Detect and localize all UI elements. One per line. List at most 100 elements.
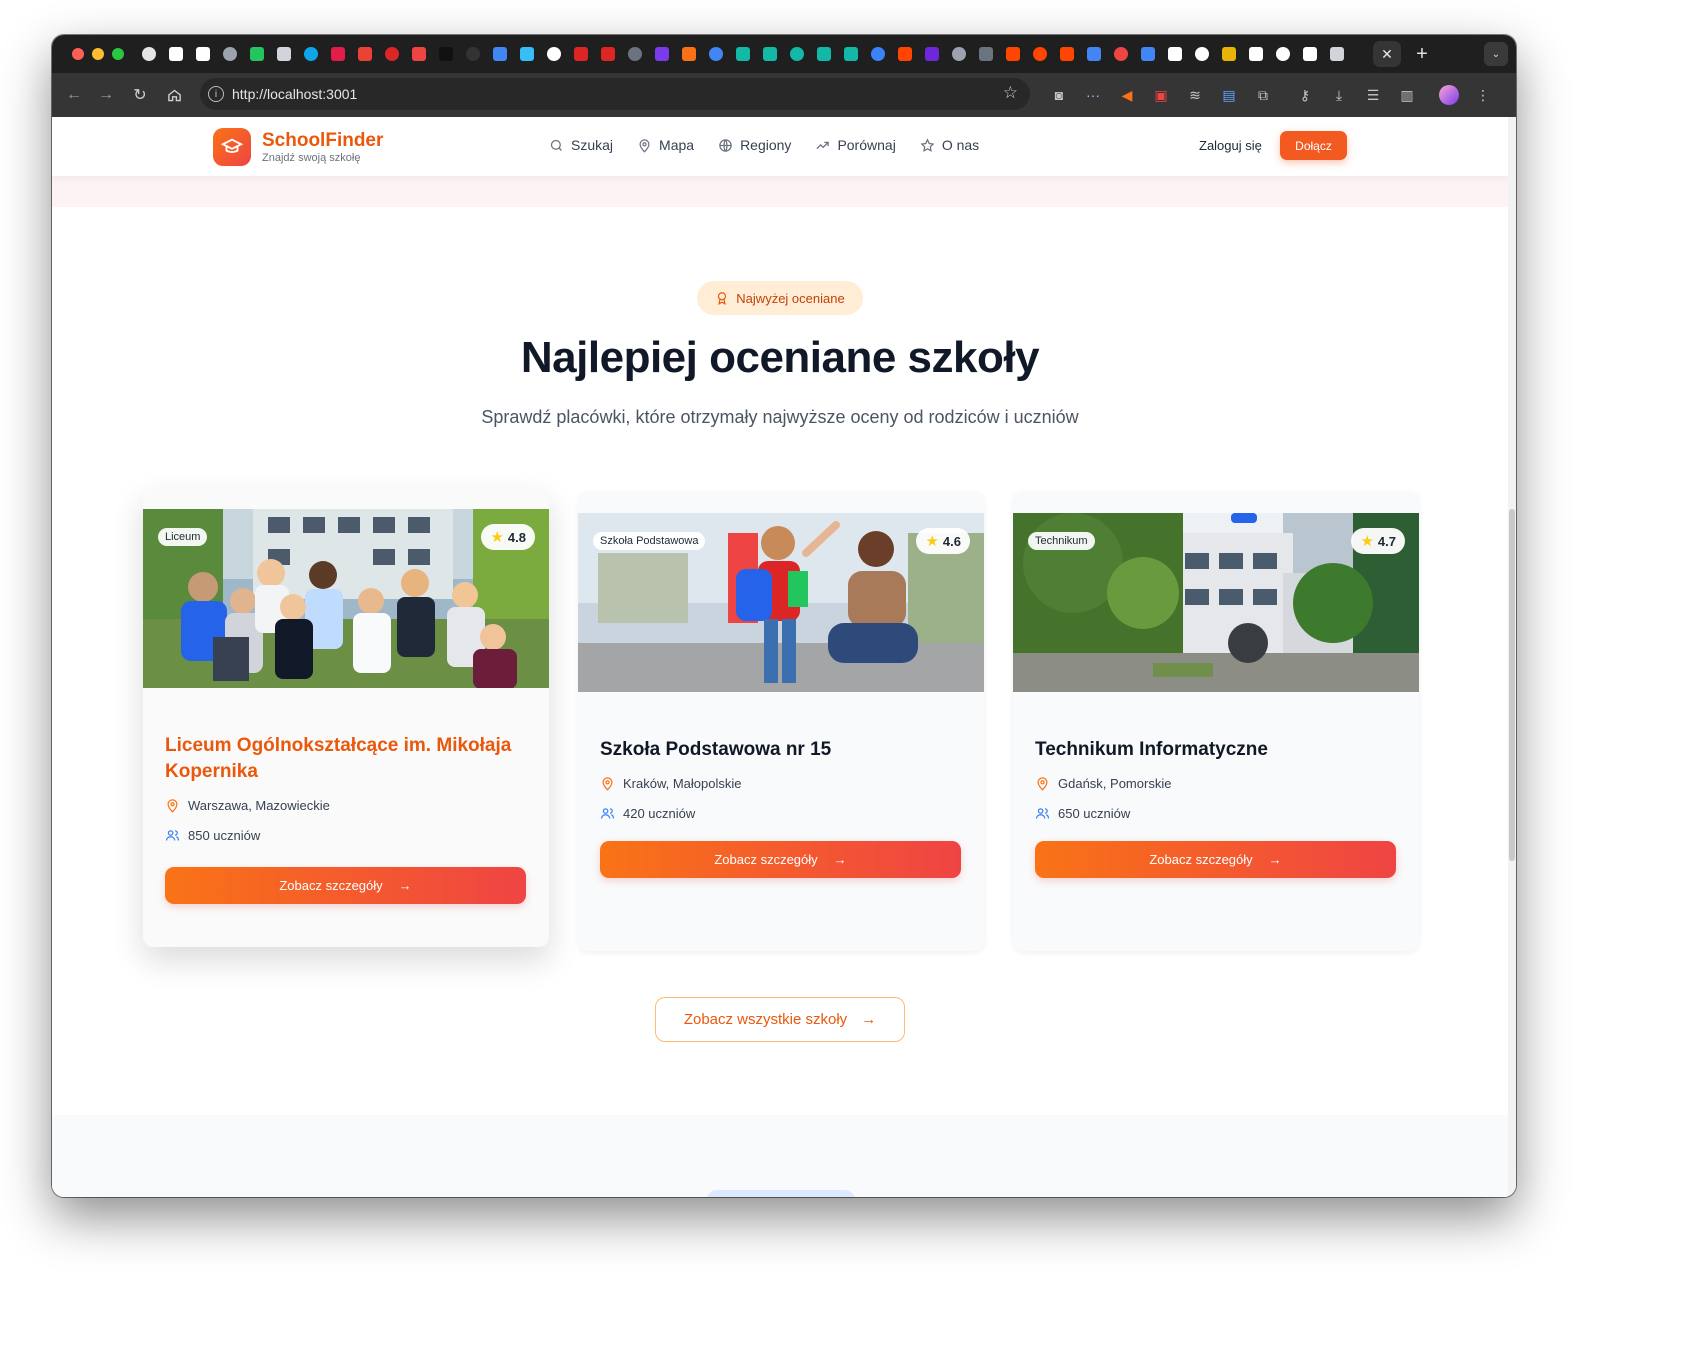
camera-icon[interactable]: ◙ <box>1048 84 1070 106</box>
pinned-tab-favicon[interactable] <box>1164 43 1186 65</box>
puzzle-icon[interactable]: ⧉ <box>1252 84 1274 106</box>
nav-map[interactable]: Mapa <box>637 137 694 153</box>
pinned-tab-favicon[interactable] <box>1326 43 1348 65</box>
kebab-menu-icon[interactable]: ⋮ <box>1472 84 1494 106</box>
pinned-tab-favicon[interactable] <box>408 43 430 65</box>
details-button[interactable]: Zobacz szczegóły → <box>1035 841 1396 878</box>
school-card[interactable]: Szkoła Podstawowa ★ 4.6 Szkoła Podstawowa… <box>578 491 984 951</box>
key-icon[interactable]: ⚷ <box>1294 84 1316 106</box>
pinned-tab-favicon[interactable] <box>786 43 808 65</box>
pinned-tab-favicon[interactable] <box>1002 43 1024 65</box>
page-scrollbar[interactable] <box>1508 117 1516 1197</box>
brand-name[interactable]: SchoolFinder <box>262 130 383 152</box>
dots-extension-icon[interactable]: ··· <box>1082 84 1104 106</box>
address-bar[interactable]: i http://localhost:3001 ☆ <box>200 78 1030 110</box>
red-extension-icon[interactable]: ▣ <box>1150 84 1172 106</box>
pinned-tab-favicon[interactable] <box>1110 43 1132 65</box>
location-text: Warszawa, Mazowieckie <box>188 798 330 813</box>
pinned-tab-favicon[interactable] <box>651 43 673 65</box>
pinned-tab-favicon[interactable] <box>597 43 619 65</box>
pinned-tab-favicon[interactable] <box>813 43 835 65</box>
reading-list-icon[interactable]: ☰ <box>1362 84 1384 106</box>
pinned-tab-favicon[interactable] <box>165 43 187 65</box>
download-icon[interactable]: ⤓ <box>1328 84 1350 106</box>
globe-icon <box>719 138 732 152</box>
nav-regions[interactable]: Regiony <box>718 137 791 153</box>
pinned-tab-favicon[interactable] <box>300 43 322 65</box>
graduation-cap-icon[interactable] <box>213 128 251 166</box>
pinned-tab-favicon[interactable] <box>462 43 484 65</box>
reload-icon[interactable]: ↻ <box>128 83 152 107</box>
details-button[interactable]: Zobacz szczegóły → <box>600 841 961 878</box>
details-button[interactable]: Zobacz szczegóły → <box>165 867 526 904</box>
pinned-tab-favicon[interactable] <box>1056 43 1078 65</box>
pinned-tab-favicon[interactable] <box>435 43 457 65</box>
shoe-icon[interactable]: ≋ <box>1184 84 1206 106</box>
pinned-tab-favicon[interactable] <box>624 43 646 65</box>
site-info-icon[interactable]: i <box>208 86 224 102</box>
pinned-tab-favicon[interactable] <box>1245 43 1267 65</box>
rating-badge: ★ 4.7 <box>1351 528 1405 554</box>
pinned-tab-favicon[interactable] <box>1218 43 1240 65</box>
pinned-tab-favicon[interactable] <box>1029 43 1051 65</box>
pinned-tab-favicon[interactable] <box>975 43 997 65</box>
home-icon[interactable] <box>162 83 186 107</box>
pinned-tab-favicon[interactable] <box>705 43 727 65</box>
pinned-tab-favicon[interactable] <box>678 43 700 65</box>
school-card[interactable]: Liceum ★ 4.8 Liceum Ogólnokształcące im. … <box>143 487 549 947</box>
pinned-tab-favicon[interactable] <box>219 43 241 65</box>
pinned-tab-favicon[interactable] <box>732 43 754 65</box>
web-page: SchoolFinder Znajdź swoją szkołę Szukaj … <box>52 117 1508 1197</box>
location-text: Kraków, Małopolskie <box>623 776 742 791</box>
join-button[interactable]: Dołącz <box>1280 131 1347 160</box>
pinned-tab-favicon[interactable] <box>273 43 295 65</box>
avatar[interactable] <box>1438 84 1460 106</box>
save-icon[interactable]: ▤ <box>1218 84 1240 106</box>
pinned-tab-favicon[interactable] <box>138 43 160 65</box>
forward-arrow-icon[interactable]: → <box>94 83 118 107</box>
school-name[interactable]: Szkoła Podstawowa nr 15 <box>600 737 966 763</box>
see-all-schools-button[interactable]: Zobacz wszystkie szkoły → <box>655 997 905 1042</box>
pinned-tab-favicon[interactable] <box>1272 43 1294 65</box>
active-tab-close-icon[interactable]: ✕ <box>1373 41 1401 67</box>
pinned-tab-favicon[interactable] <box>327 43 349 65</box>
pinned-tab-favicon[interactable] <box>1191 43 1213 65</box>
close-window-button[interactable] <box>72 48 84 60</box>
nav-compare[interactable]: Porównaj <box>815 137 896 153</box>
pinned-tab-favicon[interactable] <box>921 43 943 65</box>
pinned-tab-favicon[interactable] <box>840 43 862 65</box>
pinned-tab-favicon[interactable] <box>543 43 565 65</box>
zoom-window-button[interactable] <box>112 48 124 60</box>
school-name[interactable]: Liceum Ogólnokształcące im. Mikołaja Kop… <box>165 733 531 785</box>
pinned-tab-favicon[interactable] <box>894 43 916 65</box>
tab-search-chevron-icon[interactable]: ⌄ <box>1484 42 1508 66</box>
login-link[interactable]: Zaloguj się <box>1199 138 1262 153</box>
side-panel-icon[interactable]: ▥ <box>1396 84 1418 106</box>
nav-about[interactable]: O nas <box>920 137 979 153</box>
pinned-tab-favicon[interactable] <box>1299 43 1321 65</box>
pinned-tab-favicon[interactable] <box>759 43 781 65</box>
back-arrow-icon[interactable]: ← <box>62 83 86 107</box>
pinned-tab-favicon[interactable] <box>948 43 970 65</box>
pinned-tab-favicon[interactable] <box>516 43 538 65</box>
pinned-tab-favicon[interactable] <box>381 43 403 65</box>
pinned-tab-favicon[interactable] <box>489 43 511 65</box>
school-type-badge: Szkoła Podstawowa <box>593 532 706 550</box>
pinned-tab-favicon[interactable] <box>1083 43 1105 65</box>
pinned-tab-favicon[interactable] <box>1137 43 1159 65</box>
scrollbar-thumb[interactable] <box>1509 509 1515 861</box>
megaphone-icon[interactable]: ◀ <box>1116 84 1138 106</box>
pinned-tab-favicon[interactable] <box>867 43 889 65</box>
bookmark-star-icon[interactable]: ☆ <box>1003 83 1018 103</box>
plus-icon[interactable]: + <box>1410 41 1434 67</box>
details-button-label: Zobacz szczegóły <box>279 878 383 893</box>
nav-search[interactable]: Szukaj <box>549 137 613 153</box>
pinned-tab-favicon[interactable] <box>570 43 592 65</box>
school-name[interactable]: Technikum Informatyczne <box>1035 737 1401 763</box>
pinned-tab-favicon[interactable] <box>354 43 376 65</box>
minimize-window-button[interactable] <box>92 48 104 60</box>
pinned-tab-favicon[interactable] <box>246 43 268 65</box>
details-button-label: Zobacz szczegóły <box>714 852 818 867</box>
pinned-tab-favicon[interactable] <box>192 43 214 65</box>
school-card[interactable]: Technikum ★ 4.7 Technikum Informatyczne G… <box>1013 491 1419 951</box>
